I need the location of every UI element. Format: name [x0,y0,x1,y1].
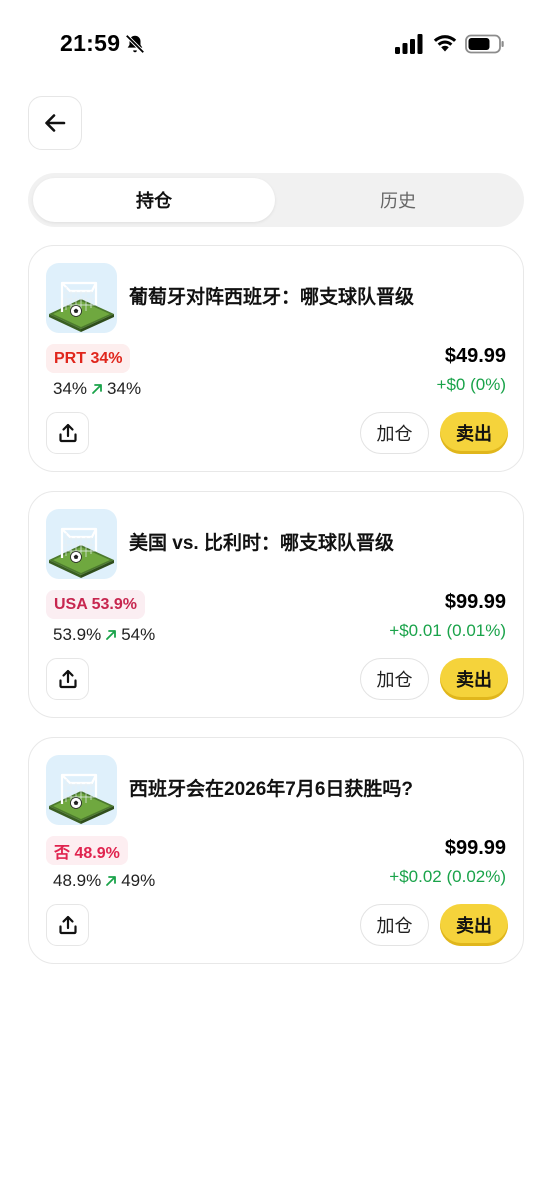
trend-up-icon [106,630,117,640]
outcome-badge: PRT 34% [46,344,131,373]
position-pnl: +$0 (0%) [436,375,506,394]
wifi-icon [433,35,457,52]
sell-button[interactable]: 卖出 [440,658,508,700]
back-arrow-icon [45,114,66,132]
probability-from: 34% [53,379,88,398]
battery-icon [465,34,504,54]
position-value: $99.99 [444,591,506,613]
position-pnl: +$0.01 (0.01%) [389,621,506,640]
probability-to: 49% [121,871,156,890]
probability-to: 54% [121,625,156,644]
sell-button[interactable]: 卖出 [440,412,508,454]
share-icon [58,423,77,443]
tab-history[interactable]: 历史 [277,178,519,222]
position-tabs: 持仓 历史 [28,173,524,227]
bell-slash-icon [125,34,145,54]
add-position-button[interactable]: 加仓 [360,412,429,454]
soccer-goal-icon [49,281,114,332]
probability-from: 48.9% [53,871,102,890]
market-thumbnail [46,509,117,579]
market-thumbnail [46,755,117,825]
probability-change: 48.9% 49% [53,871,155,891]
share-button[interactable] [46,904,89,946]
add-position-button[interactable]: 加仓 [360,658,429,700]
position-card[interactable]: 美国 vs. 比利时：哪支球队晋级 USA 53.9% 53.9% 54% $9… [28,491,524,718]
probability-change: 53.9% 54% [53,625,155,645]
tab-positions[interactable]: 持仓 [33,178,275,222]
position-pnl: +$0.02 (0.02%) [389,867,506,886]
market-thumbnail [46,263,117,333]
share-button[interactable] [46,658,89,700]
market-title[interactable]: 葡萄牙对阵西班牙：哪支球队晋级 [129,282,509,309]
probability-change: 34% 34% [53,379,141,399]
market-title[interactable]: 西班牙会在2026年7月6日获胜吗? [129,774,509,801]
position-card[interactable]: 葡萄牙对阵西班牙：哪支球队晋级 PRT 34% 34% 34% $49.99 +… [28,245,524,472]
share-icon [58,915,77,935]
position-value: $49.99 [444,345,506,367]
trend-up-icon [106,876,117,886]
trend-up-icon [92,384,102,394]
soccer-goal-icon [49,527,114,578]
soccer-goal-icon [49,773,114,824]
probability-from: 53.9% [53,625,102,644]
sell-button[interactable]: 卖出 [440,904,508,946]
position-value: $99.99 [444,837,506,859]
add-position-button[interactable]: 加仓 [360,904,429,946]
status-time: 21:59 [60,30,121,56]
back-button[interactable] [28,96,82,150]
position-card[interactable]: 西班牙会在2026年7月6日获胜吗? 否 48.9% 48.9% 49% $99… [28,737,524,964]
share-button[interactable] [46,412,89,454]
outcome-badge: USA 53.9% [46,590,145,619]
market-title[interactable]: 美国 vs. 比利时：哪支球队晋级 [129,528,509,555]
probability-to: 34% [107,379,142,398]
status-bar: 21:59 [0,0,552,90]
share-icon [58,669,77,689]
outcome-badge: 否 48.9% [46,836,128,865]
signal-icon [395,34,423,54]
